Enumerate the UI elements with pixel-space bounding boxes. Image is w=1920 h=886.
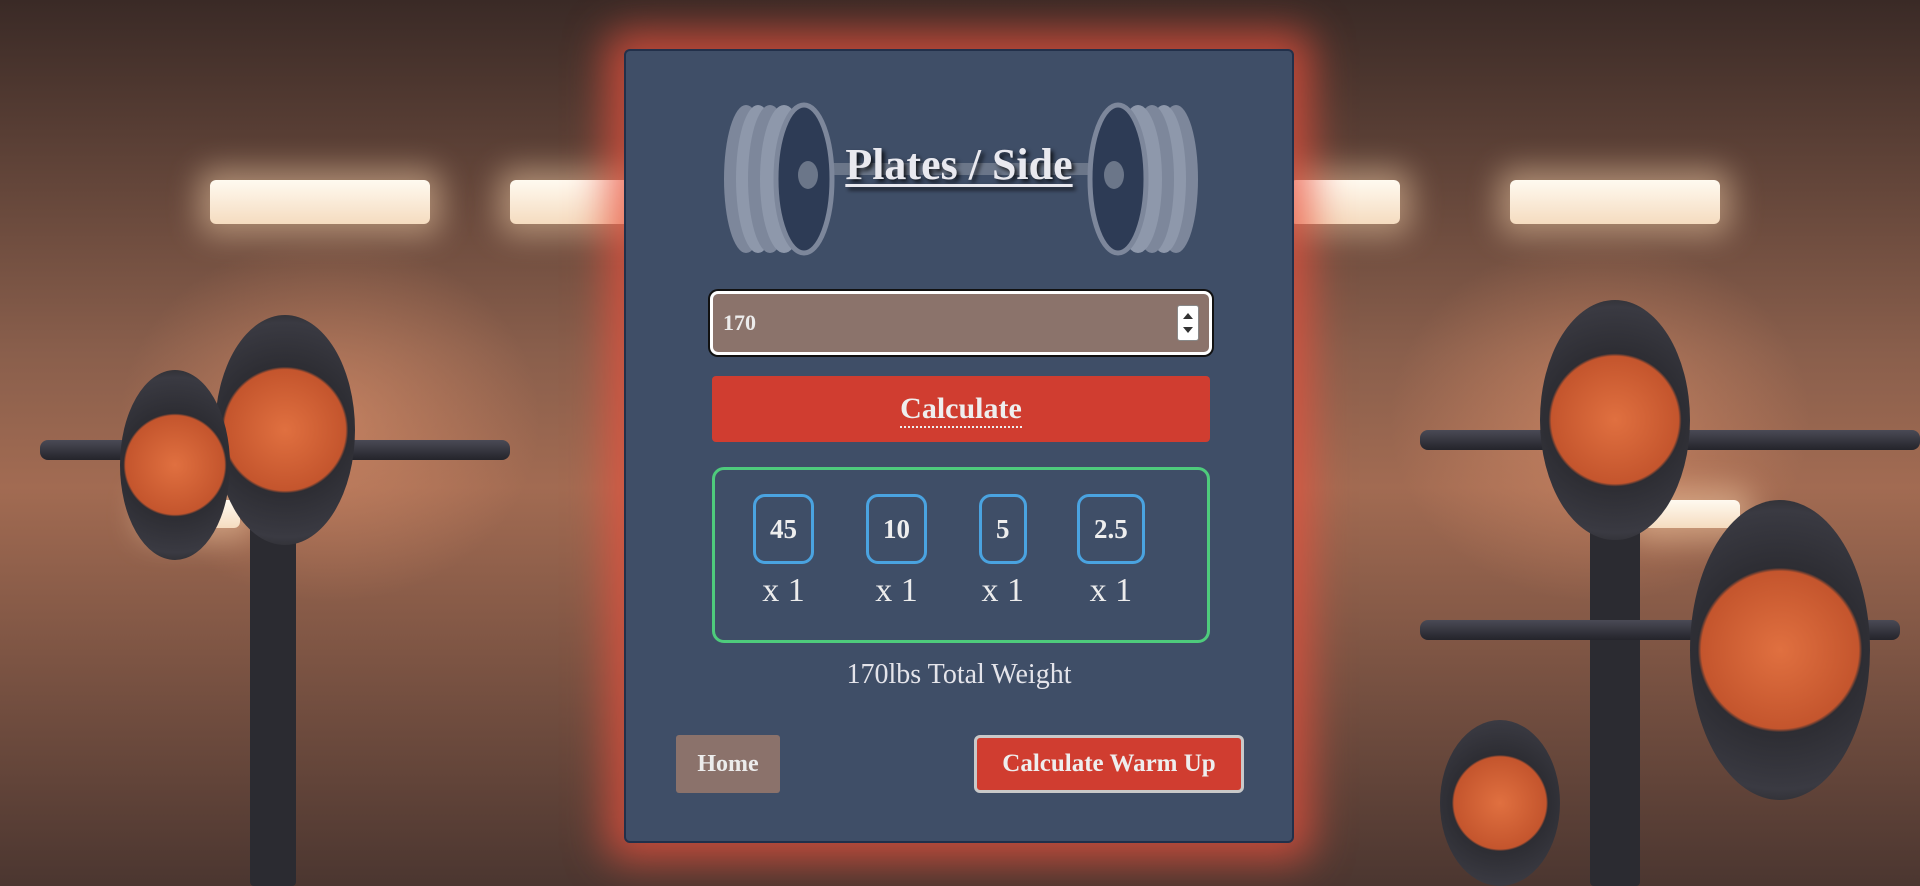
plate-item: 10 x 1 xyxy=(866,494,927,610)
home-button[interactable]: Home xyxy=(676,735,780,793)
plate-count: x 1 xyxy=(981,572,1025,609)
plate-weight-badge: 10 xyxy=(866,494,927,564)
plate-weight-badge: 2.5 xyxy=(1077,494,1145,564)
total-weight-text: 170lbs Total Weight xyxy=(846,659,1072,690)
weight-field[interactable] xyxy=(710,291,1212,355)
plate-item: 2.5 x 1 xyxy=(1077,494,1145,610)
plate-count: x 1 xyxy=(875,572,918,609)
stepper-up-icon[interactable] xyxy=(1183,313,1193,319)
plate-item: 5 x 1 xyxy=(979,494,1027,610)
calculator-panel: Plates / Side Calculate 45 x 1 10 x 1 5 … xyxy=(624,49,1294,843)
plates-result-box: 45 x 1 10 x 1 5 x 1 2.5 x 1 xyxy=(712,467,1210,643)
page-title: Plates / Side xyxy=(845,140,1073,189)
number-stepper[interactable] xyxy=(1177,305,1199,341)
plate-count: x 1 xyxy=(762,572,805,609)
plate-weight-badge: 5 xyxy=(979,494,1027,564)
plate-weight-badge: 45 xyxy=(753,494,814,564)
calculate-warm-up-button[interactable]: Calculate Warm Up xyxy=(974,735,1244,793)
plate-count: x 1 xyxy=(1089,572,1133,609)
plate-item: 45 x 1 xyxy=(753,494,814,610)
weight-input[interactable] xyxy=(723,294,1143,352)
calculate-button-label: Calculate xyxy=(900,392,1022,428)
stepper-down-icon[interactable] xyxy=(1183,327,1193,333)
calculate-button[interactable]: Calculate xyxy=(712,376,1210,442)
